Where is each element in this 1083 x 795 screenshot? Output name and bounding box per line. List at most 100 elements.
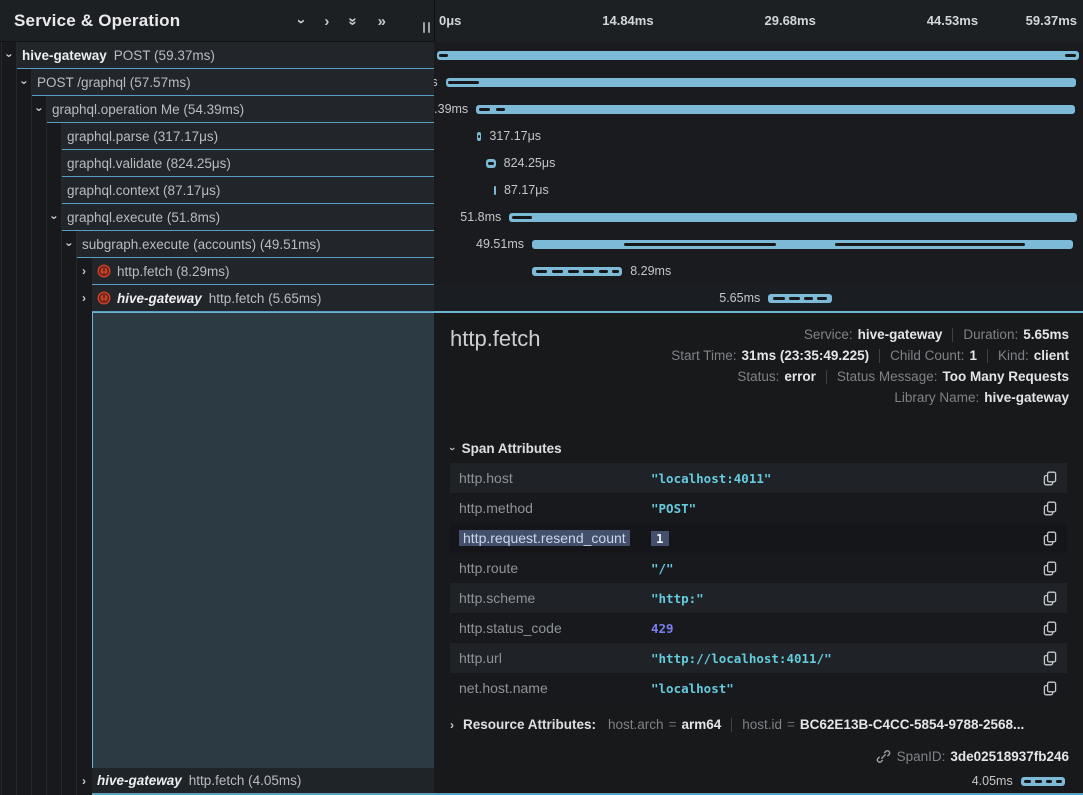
span-duration-bar[interactable] xyxy=(486,159,496,168)
span-id: SpanID: 3de02518937fb246 xyxy=(876,749,1069,764)
span-timeline-row[interactable]: 4.05ms xyxy=(434,768,1083,795)
chevron-down-icon[interactable]: › xyxy=(47,204,61,231)
span-timeline-row[interactable] xyxy=(434,42,1083,69)
span-tree-row[interactable]: graphql.operation Me (54.39ms) xyxy=(47,96,434,123)
meta-label: Status: xyxy=(737,369,779,384)
chevron-down-icon[interactable]: › xyxy=(62,231,76,258)
span-timeline-row[interactable]: 54.39ms xyxy=(434,96,1083,123)
meta-separator xyxy=(879,349,880,363)
span-operation-label: POST /graphql (57.57ms) xyxy=(37,75,191,90)
span-operation-label: graphql.execute (51.8ms) xyxy=(67,210,220,225)
span-timeline-row[interactable]: 8.29ms xyxy=(434,258,1083,285)
span-tree-row[interactable]: http.fetch (8.29ms) xyxy=(92,258,434,285)
attribute-row[interactable]: http.scheme"http:" xyxy=(450,583,1067,613)
span-tree-row[interactable]: hive-gatewayhttp.fetch (5.65ms) xyxy=(92,285,434,312)
span-operation-label: graphql.parse (317.17μs) xyxy=(67,129,218,144)
meta-value: 31ms (23:35:49.225) xyxy=(742,348,870,363)
span-timeline-row[interactable]: 49.51ms xyxy=(434,231,1083,258)
span-duration-bar[interactable] xyxy=(532,240,1073,249)
span-duration-label: 54.39ms xyxy=(434,96,468,123)
span-duration-bar[interactable] xyxy=(494,186,496,195)
copy-icon xyxy=(1043,591,1057,606)
copy-icon xyxy=(1043,621,1057,636)
expand-one-icon[interactable]: › xyxy=(324,14,329,29)
meta-label: Library Name: xyxy=(894,390,979,405)
span-tree-row[interactable]: graphql.execute (51.8ms) xyxy=(62,204,434,231)
attribute-row[interactable]: http.request.resend_count1 xyxy=(450,523,1067,553)
panel-resize-handle[interactable] xyxy=(423,22,430,33)
trace-viewer: Service & Operation › › » » 0μs14.84ms29… xyxy=(0,0,1083,795)
resource-attributes-header[interactable]: › Resource Attributes: host.arch=arm64ho… xyxy=(450,717,1067,732)
copy-value-button[interactable] xyxy=(1043,561,1057,576)
chevron-right-icon[interactable]: › xyxy=(77,768,91,795)
meta-separator xyxy=(826,370,827,384)
tree-indent-guide xyxy=(1,42,2,795)
span-tree-row[interactable]: graphql.parse (317.17μs) xyxy=(62,123,434,150)
span-duration-bar[interactable] xyxy=(768,294,832,303)
collapse-one-icon[interactable]: › xyxy=(294,19,309,24)
collapse-all-icon[interactable]: » xyxy=(346,17,361,25)
meta-separator xyxy=(731,718,732,732)
child-span-segment xyxy=(512,216,532,219)
meta-value: client xyxy=(1034,348,1069,363)
attribute-value: "POST" xyxy=(651,501,1033,516)
copy-value-button[interactable] xyxy=(1043,471,1057,486)
span-tree-row[interactable]: graphql.context (87.17μs) xyxy=(62,177,434,204)
chevron-down-icon[interactable]: › xyxy=(17,69,31,96)
span-timeline-row[interactable]: 317.17μs xyxy=(434,123,1083,150)
child-span-segment xyxy=(448,81,480,84)
span-timeline-row[interactable]: 824.25μs xyxy=(434,150,1083,177)
copy-value-button[interactable] xyxy=(1043,591,1057,606)
attribute-value: "http://localhost:4011/" xyxy=(651,651,1033,666)
expand-all-icon[interactable]: » xyxy=(378,14,386,29)
attribute-row[interactable]: http.url"http://localhost:4011/" xyxy=(450,643,1067,673)
copy-icon xyxy=(1043,531,1057,546)
chevron-down-icon[interactable]: › xyxy=(2,42,16,69)
meta-separator xyxy=(987,349,988,363)
span-duration-bar[interactable] xyxy=(437,51,1080,60)
copy-value-button[interactable] xyxy=(1043,501,1057,516)
span-timeline-row[interactable]: 87.17μs xyxy=(434,177,1083,204)
span-timeline-row[interactable]: 51.8ms xyxy=(434,204,1083,231)
span-attributes-header[interactable]: › Span Attributes xyxy=(450,441,562,456)
attribute-row[interactable]: http.status_code429 xyxy=(450,613,1067,643)
child-span-segment xyxy=(1024,780,1031,783)
span-duration-bar[interactable] xyxy=(476,105,1074,114)
span-duration-bar[interactable] xyxy=(446,78,1077,87)
attribute-row[interactable]: net.host.name"localhost" xyxy=(450,673,1067,703)
span-duration-bar[interactable] xyxy=(509,213,1077,222)
chevron-right-icon[interactable]: › xyxy=(77,285,91,312)
child-span-segment xyxy=(496,108,506,111)
span-tree-row[interactable]: subgraph.execute (accounts) (49.51ms) xyxy=(77,231,434,258)
span-tree-row[interactable]: hive-gatewayPOST (59.37ms) xyxy=(17,42,434,69)
copy-value-button[interactable] xyxy=(1043,681,1057,696)
span-tree-row[interactable]: POST /graphql (57.57ms) xyxy=(32,69,434,96)
span-duration-bar[interactable] xyxy=(1021,777,1066,786)
span-tree-row[interactable]: graphql.validate (824.25μs) xyxy=(62,150,434,177)
attribute-row[interactable]: http.method"POST" xyxy=(450,493,1067,523)
attribute-value: "http:" xyxy=(651,591,1033,606)
span-duration-bar[interactable] xyxy=(532,267,622,276)
span-tree-row[interactable]: hive-gatewayhttp.fetch (4.05ms) xyxy=(92,768,434,795)
copy-value-button[interactable] xyxy=(1043,531,1057,546)
span-timeline-row[interactable]: 57.57ms xyxy=(434,69,1083,96)
span-meta-line: Service:hive-gatewayDuration:5.65ms xyxy=(804,327,1069,342)
chevron-down-icon: › xyxy=(446,447,458,451)
attribute-value: 429 xyxy=(651,621,1033,636)
copy-value-button[interactable] xyxy=(1043,651,1057,666)
attribute-row[interactable]: http.route"/" xyxy=(450,553,1067,583)
equals-sign: = xyxy=(787,717,795,732)
attribute-key: http.url xyxy=(459,650,651,666)
attribute-row[interactable]: http.host"localhost:4011" xyxy=(450,463,1067,493)
copy-value-button[interactable] xyxy=(1043,621,1057,636)
chevron-right-icon[interactable]: › xyxy=(77,258,91,285)
resource-attribute-key: host.arch xyxy=(608,717,664,732)
meta-label: Start Time: xyxy=(671,348,736,363)
span-duration-bar[interactable] xyxy=(477,132,481,141)
span-duration-label: 317.17μs xyxy=(489,123,541,150)
chevron-down-icon[interactable]: › xyxy=(32,96,46,123)
link-icon xyxy=(876,749,891,764)
attribute-value: 1 xyxy=(651,531,1033,546)
span-timeline-row[interactable]: 5.65ms xyxy=(434,285,1083,312)
attribute-key: http.scheme xyxy=(459,590,651,606)
